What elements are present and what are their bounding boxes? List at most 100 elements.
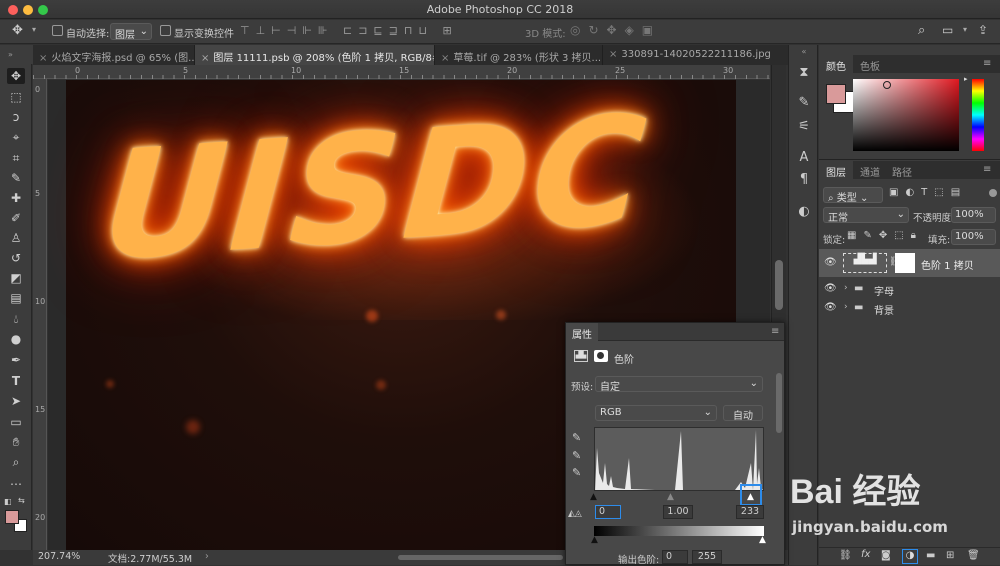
status-arrow-icon[interactable]: › [205, 551, 209, 562]
layer-row[interactable]: 👁︎ ▟▙▟ ⛓︎ 色阶 1 拷贝 [819, 249, 1000, 277]
input-white-field[interactable]: 233 [736, 505, 764, 519]
tab-document-3[interactable]: × 草莓.tif @ 283% (形状 3 拷贝... [435, 45, 603, 65]
foreground-color-swatch[interactable] [5, 510, 19, 524]
output-white-slider[interactable]: ▲ [759, 535, 766, 545]
color-picker-cursor[interactable] [883, 81, 891, 89]
input-white-slider[interactable]: ▲ [747, 492, 754, 502]
new-layer-icon[interactable]: ⊞ [946, 550, 954, 561]
auto-button[interactable]: 自动 [723, 405, 763, 422]
dodge-tool-icon[interactable]: ● [7, 331, 25, 347]
delete-layer-icon[interactable]: 🗑︎ [967, 550, 980, 561]
properties-scrollbar[interactable] [776, 373, 782, 433]
lasso-tool-icon[interactable]: ↄ [7, 109, 25, 125]
share-icon[interactable]: ⇪ [978, 23, 988, 37]
close-tab-icon[interactable]: × [39, 53, 47, 64]
search-icon[interactable]: ⌕ [918, 23, 925, 38]
marquee-tool-icon[interactable]: ⬚ [7, 89, 25, 105]
close-tab-icon[interactable]: × [201, 53, 209, 64]
link-layers-icon[interactable]: ⛓︎ [839, 550, 852, 561]
visibility-eye-icon[interactable]: 👁︎ [824, 257, 837, 269]
panel-menu-icon[interactable]: ≡ [771, 326, 779, 337]
visibility-eye-icon[interactable]: 👁︎ [824, 302, 837, 314]
adjustment-layer-icon[interactable]: ◑ [902, 549, 918, 564]
layer-name[interactable]: 背景 [874, 302, 894, 317]
move-tool-icon[interactable]: ✥ [12, 23, 23, 38]
layer-filter-dropdown[interactable]: ⌕ 类型 ⌄ [823, 187, 883, 204]
tab-channels[interactable]: 通道 [853, 161, 887, 179]
align-icons[interactable]: ⊤⊥⊢⊣⊩⊪ ⊏⊐⊑⊒⊓⊔ ⊞ [240, 24, 458, 37]
clip-warning-icon[interactable]: ◭◬ [568, 509, 582, 519]
swap-colors-icon[interactable]: ⇆ [18, 496, 25, 505]
pen-tool-icon[interactable]: ✒ [7, 352, 25, 368]
layer-mask-thumbnail[interactable] [895, 253, 915, 273]
workspace-icon[interactable]: ▭ [942, 23, 953, 37]
visibility-eye-icon[interactable]: 👁︎ [824, 283, 837, 295]
styles-icon[interactable]: ◐ [795, 202, 813, 220]
tab-layers[interactable]: 图层 [819, 161, 853, 179]
color-fg-swatch[interactable] [826, 84, 846, 104]
black-point-eyedropper-icon[interactable]: ✎ [572, 431, 581, 444]
opacity-input[interactable]: 100% [951, 207, 996, 223]
new-group-icon[interactable]: ▬ [926, 550, 935, 561]
white-point-eyedropper-icon[interactable]: ✎ [572, 466, 581, 479]
tab-document-2[interactable]: × 图层 11111.psb @ 208% (色阶 1 拷贝, RGB/8#) * [195, 45, 435, 65]
panel-menu-icon[interactable]: ≡ [983, 58, 991, 69]
input-black-slider[interactable]: ▲ [590, 492, 597, 502]
hand-tool-icon[interactable]: ✋︎ [7, 434, 25, 450]
healing-brush-tool-icon[interactable]: ✚ [7, 190, 25, 206]
eraser-tool-icon[interactable]: ◩ [7, 270, 25, 286]
preset-dropdown[interactable]: 自定 ⌄ [595, 376, 763, 393]
input-black-field[interactable]: 0 [595, 505, 621, 519]
collapse-icon[interactable]: » [8, 50, 13, 59]
channel-dropdown[interactable]: RGB ⌄ [595, 405, 717, 421]
input-gray-slider[interactable]: ▲ [667, 492, 674, 502]
move-tool-icon[interactable]: ✥ [7, 68, 25, 84]
tab-paths[interactable]: 路径 [885, 161, 919, 179]
chevron-down-icon[interactable]: ▾ [32, 25, 36, 34]
collapse-icon[interactable]: « [793, 47, 815, 57]
brush-tool-icon[interactable]: ✐ [7, 210, 25, 226]
gray-point-eyedropper-icon[interactable]: ✎ [572, 449, 581, 462]
character-icon[interactable]: A [795, 148, 813, 166]
expand-chevron-icon[interactable]: › [844, 302, 848, 312]
brush-settings-icon[interactable]: ✎ [795, 93, 813, 111]
tab-properties[interactable]: 属性 [566, 323, 598, 341]
gradient-tool-icon[interactable]: ▤ [7, 290, 25, 306]
layer-row[interactable]: 👁︎ › ▬ 字母 [819, 279, 1000, 299]
add-mask-icon[interactable]: ◙ [881, 550, 891, 561]
tab-color[interactable]: 颜色 [819, 55, 853, 73]
zoom-level[interactable]: 207.74% [38, 551, 80, 562]
filter-toggle[interactable] [989, 189, 997, 197]
workspace-chevron-icon[interactable]: ▾ [963, 25, 967, 34]
horizontal-scrollbar-thumb[interactable] [398, 555, 563, 560]
clone-stamp-tool-icon[interactable]: ♙ [7, 230, 25, 246]
history-icon[interactable]: ⧗ [795, 63, 813, 81]
tab-document-4[interactable]: × 330891-14020522211186.jpg [603, 45, 788, 65]
layer-filter-icons[interactable]: ▣◐T⬚▤ [889, 187, 967, 198]
close-tab-icon[interactable]: × [609, 49, 617, 60]
hue-slider-handle-icon[interactable]: ▸ [964, 75, 968, 83]
type-tool-icon[interactable]: T [7, 373, 25, 389]
fx-icon[interactable]: fx [861, 549, 870, 560]
blend-mode-dropdown[interactable]: 正常 ⌄ [823, 207, 909, 224]
layer-row[interactable]: 👁︎ › ▬ 背景 [819, 298, 1000, 318]
quick-select-tool-icon[interactable]: ⌖ [7, 129, 25, 145]
adjustments-icon[interactable]: ⚟ [795, 117, 813, 135]
layer-name[interactable]: 字母 [874, 283, 894, 298]
tab-swatches[interactable]: 色板 [853, 55, 887, 73]
scrollbar-thumb[interactable] [775, 260, 783, 310]
auto-select-checkbox[interactable] [52, 25, 63, 36]
fill-input[interactable]: 100% [951, 229, 996, 245]
output-black-slider[interactable]: ▲ [591, 535, 598, 545]
layer-name[interactable]: 色阶 1 拷贝 [921, 257, 974, 272]
blur-tool-icon[interactable]: 💧︎ [7, 311, 25, 327]
color-picker-field[interactable] [853, 79, 959, 151]
show-transform-checkbox[interactable] [160, 25, 171, 36]
default-colors-icon[interactable]: ◧ [4, 497, 12, 506]
3d-mode-icons[interactable]: ◎↻✥◈▣ [570, 23, 661, 37]
auto-select-dropdown[interactable]: 图层 ⌄ [110, 23, 152, 41]
output-white-field[interactable]: 255 [692, 550, 722, 564]
input-gamma-field[interactable]: 1.00 [663, 505, 693, 519]
zoom-tool-icon[interactable]: ⌕ [7, 454, 25, 470]
paragraph-icon[interactable]: ¶ [795, 170, 813, 188]
